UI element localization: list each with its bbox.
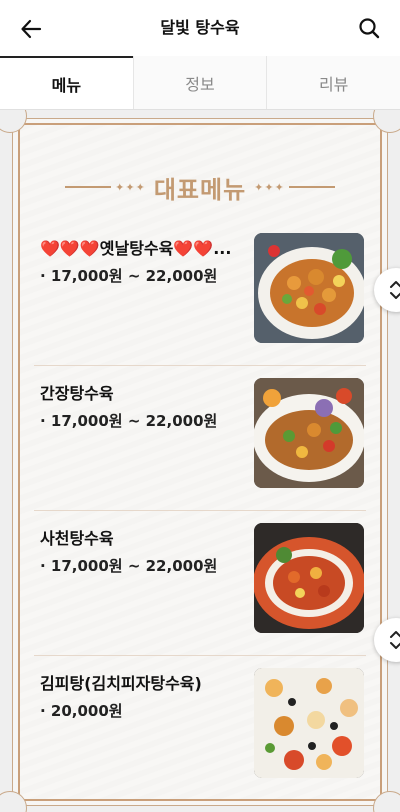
menu-item-name: ❤️❤️❤️옛날탕수육❤️❤️... — [40, 239, 232, 258]
menu-card: ✦✦✦ 대표메뉴 ✦✦✦ ❤️❤️❤️옛날탕수육❤️❤️... · 17,000… — [0, 110, 400, 812]
search-button[interactable] — [352, 11, 386, 45]
menu-item[interactable]: 사천탕수육 · 17,000원 ~ 22,000원 — [34, 511, 366, 656]
decoration-left: ✦✦✦ — [65, 181, 146, 194]
menu-item-photo — [254, 378, 364, 488]
menu-item-name: 간장탕수육 — [40, 384, 114, 403]
menu-item-price: · 17,000원 ~ 22,000원 — [40, 557, 218, 575]
tab-bar: 메뉴 정보 리뷰 — [0, 56, 400, 110]
menu-item-name: 사천탕수육 — [40, 529, 114, 548]
menu-item[interactable]: 간장탕수육 · 17,000원 ~ 22,000원 — [34, 366, 366, 511]
tab-menu[interactable]: 메뉴 — [0, 56, 133, 109]
menu-content[interactable]: ✦✦✦ 대표메뉴 ✦✦✦ ❤️❤️❤️옛날탕수육❤️❤️... · 17,000… — [0, 110, 400, 812]
chevron-up-down-icon — [390, 631, 400, 649]
search-icon — [359, 18, 380, 39]
menu-item-photo — [254, 668, 364, 778]
menu-item-name: 김피탕(김치피자탕수육) — [40, 674, 202, 693]
section-title: 대표메뉴 — [153, 175, 247, 204]
tab-reviews[interactable]: 리뷰 — [266, 56, 400, 109]
chevron-up-down-icon — [390, 281, 400, 299]
menu-item-photo — [254, 523, 364, 633]
menu-item[interactable]: 김피탕(김치피자탕수육) · 20,000원 — [34, 656, 366, 801]
page-title: 달빛 탕수육 — [160, 18, 240, 37]
back-arrow-icon — [21, 19, 42, 39]
menu-list: ❤️❤️❤️옛날탕수육❤️❤️... · 17,000원 ~ 22,000원 간… — [34, 221, 366, 801]
back-button[interactable] — [14, 12, 48, 46]
menu-item-photo — [254, 233, 364, 343]
menu-item-price: · 17,000원 ~ 22,000원 — [40, 267, 218, 285]
menu-card-frame: ✦✦✦ 대표메뉴 ✦✦✦ ❤️❤️❤️옛날탕수육❤️❤️... · 17,000… — [18, 123, 382, 801]
menu-item[interactable]: ❤️❤️❤️옛날탕수육❤️❤️... · 17,000원 ~ 22,000원 — [34, 221, 366, 366]
menu-item-price: · 20,000원 — [40, 702, 123, 720]
decoration-right: ✦✦✦ — [254, 181, 335, 194]
tab-info[interactable]: 정보 — [132, 56, 267, 109]
menu-item-price: · 17,000원 ~ 22,000원 — [40, 412, 218, 430]
app-header: 달빛 탕수육 — [0, 0, 400, 56]
section-header: ✦✦✦ 대표메뉴 ✦✦✦ — [20, 167, 380, 207]
